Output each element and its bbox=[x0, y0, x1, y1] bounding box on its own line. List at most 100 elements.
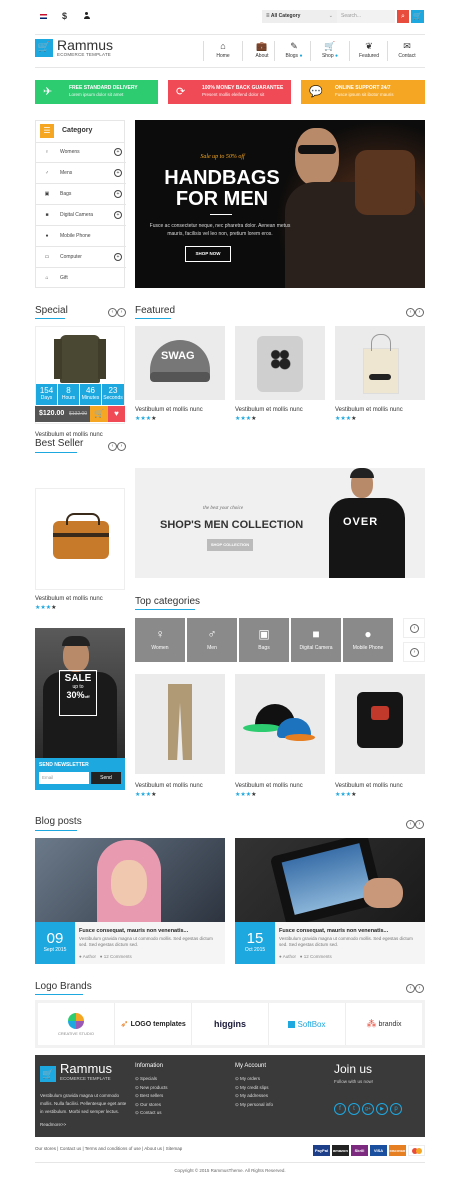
next-arrow-icon[interactable]: › bbox=[117, 442, 126, 451]
shop-collection-button[interactable]: SHOP COLLECTION bbox=[207, 539, 253, 551]
bottom-link[interactable]: About us bbox=[144, 1146, 162, 1151]
featured-product-name[interactable]: Vestibulum et mollis nunc bbox=[335, 407, 403, 413]
cart-button[interactable]: 🛒 bbox=[411, 10, 424, 23]
divider bbox=[210, 214, 232, 215]
top-category-product-image[interactable] bbox=[235, 674, 325, 774]
blog-post-image bbox=[235, 838, 425, 922]
featured-product-name[interactable]: Vestibulum et mollis nunc bbox=[135, 407, 203, 413]
search-input[interactable]: Search... bbox=[337, 10, 395, 23]
bottom-link[interactable]: Our stores bbox=[35, 1146, 56, 1151]
category-item-computer[interactable]: ▭ Computer + bbox=[36, 247, 126, 268]
hero-description: Fusce ac consectetur neque, nec pharetra… bbox=[149, 223, 291, 237]
top-category-mobile-phone[interactable]: ● Mobile Phone bbox=[343, 618, 393, 662]
top-category-product-image[interactable] bbox=[135, 674, 225, 774]
category-item-digital-camera[interactable]: ■ Digital Camera + bbox=[36, 205, 126, 226]
banner-money-back[interactable]: ⟳ 100% MONEY BACK GUARANTEE Present moll… bbox=[168, 80, 291, 104]
add-to-cart-button[interactable]: 🛒 bbox=[90, 406, 108, 422]
footer-link[interactable]: ⊙ My personal info bbox=[235, 1101, 273, 1110]
flag-icon[interactable] bbox=[40, 14, 47, 19]
banner-delivery[interactable]: ✈ FREE STANDARD DELIVERY Lorem ipsum dol… bbox=[35, 80, 158, 104]
top-category-bags[interactable]: ▣ Bags bbox=[239, 618, 289, 662]
prev-arrow-icon[interactable]: ‹ bbox=[406, 984, 415, 993]
bottom-link[interactable]: Contact us bbox=[60, 1146, 82, 1151]
logo[interactable]: 🛒 Rammus ECOMERCE TEMPLATE bbox=[35, 37, 135, 63]
brand-creative-studio[interactable]: CREATIVE STUDIO bbox=[38, 1003, 115, 1045]
top-category-women[interactable]: ♀ Women bbox=[135, 618, 185, 662]
brand-higgins[interactable]: higgins bbox=[192, 1003, 269, 1045]
blog-post-title[interactable]: Fusce consequat, mauris non venenatis... bbox=[79, 928, 188, 934]
category-item-bags[interactable]: ▣ Bags + bbox=[36, 184, 126, 205]
featured-product-image[interactable]: SWAG bbox=[135, 326, 225, 400]
category-item-mens[interactable]: ♂ Mens + bbox=[36, 163, 126, 184]
newsletter-send-button[interactable]: Send bbox=[91, 772, 121, 784]
google-plus-icon[interactable]: g+ bbox=[362, 1103, 374, 1115]
nav-home[interactable]: ⌂ Home bbox=[203, 41, 242, 61]
next-arrow-icon[interactable]: › bbox=[415, 820, 424, 829]
nav-shop[interactable]: 🛒 Shop ● bbox=[310, 41, 349, 61]
prev-arrow-button[interactable]: ‹ bbox=[403, 618, 425, 638]
blog-post-title[interactable]: Fusce consequat, mauris non venenatis... bbox=[279, 928, 388, 934]
bottom-link[interactable]: Sitemap bbox=[166, 1146, 183, 1151]
newsletter-email-input[interactable]: Email bbox=[39, 772, 89, 784]
top-category-product-image[interactable] bbox=[335, 674, 425, 774]
banner-support[interactable]: 💬 ONLINE SUPPORT 24/7 Fusce ipsum sit ib… bbox=[301, 80, 425, 104]
leaf-icon: ❦ bbox=[365, 41, 373, 51]
featured-product-image[interactable] bbox=[235, 326, 325, 400]
prev-arrow-icon[interactable]: ‹ bbox=[406, 308, 415, 317]
blog-post[interactable]: 09 Sept 2015 Fusce consequat, mauris non… bbox=[35, 838, 225, 964]
prev-arrow-icon[interactable]: ‹ bbox=[108, 308, 117, 317]
featured-product-name[interactable]: Vestibulum et mollis nunc bbox=[235, 407, 303, 413]
wishlist-button[interactable]: ♥ bbox=[108, 406, 125, 422]
rating-stars: ★★★★ bbox=[335, 792, 357, 798]
category-item-womens[interactable]: ♀ Womens + bbox=[36, 142, 126, 163]
product-name[interactable]: Vestibulum et mollis nunc bbox=[235, 783, 303, 789]
nav-featured[interactable]: ❦ Featured bbox=[349, 41, 388, 61]
category-item-mobile-phone[interactable]: ● Mobile Phone bbox=[36, 226, 126, 247]
footer-logo[interactable]: 🛒 Rammus ECOMERCE TEMPLATE bbox=[40, 1061, 140, 1085]
collection-banner[interactable]: the best your choice SHOP'S MEN COLLECTI… bbox=[135, 468, 425, 578]
footer-link[interactable]: ⊙ My credit slips bbox=[235, 1084, 273, 1093]
bestseller-product-image[interactable] bbox=[35, 488, 125, 590]
nav-contact[interactable]: ✉ Contact bbox=[387, 41, 426, 61]
currency-selector[interactable]: $ bbox=[62, 11, 67, 21]
top-category-men[interactable]: ♂ Men bbox=[187, 618, 237, 662]
nav-blogs[interactable]: ✎ Blogs ● bbox=[274, 41, 313, 61]
footer-readmore[interactable]: Readmore>> bbox=[40, 1122, 66, 1127]
product-name[interactable]: Vestibulum et mollis nunc bbox=[335, 783, 403, 789]
footer-link[interactable]: ⊙ My orders bbox=[235, 1075, 273, 1084]
category-item-gift[interactable]: ⌂ Gift bbox=[36, 268, 126, 288]
sale-banner[interactable]: SALE up to 30%off bbox=[35, 628, 125, 758]
bestseller-product-name[interactable]: Vestibulum et mollis nunc bbox=[35, 596, 103, 602]
top-category-digital-camera[interactable]: ■ Digital Camera bbox=[291, 618, 341, 662]
twitter-icon[interactable]: t bbox=[348, 1103, 360, 1115]
brand-logo-templates[interactable]: ➶ LOGO templates bbox=[115, 1003, 192, 1045]
footer-link[interactable]: ⊙ My addresses bbox=[235, 1092, 273, 1101]
brand-brandix[interactable]: ⁂ brandix bbox=[346, 1003, 422, 1045]
footer-link[interactable]: ⊙ Our stores bbox=[135, 1101, 168, 1110]
hero-banner[interactable]: Sale up to 50% off HANDBAGS FOR MEN Fusc… bbox=[135, 120, 425, 288]
cap-brim bbox=[150, 372, 210, 382]
next-arrow-icon[interactable]: › bbox=[117, 308, 126, 317]
prev-arrow-icon[interactable]: ‹ bbox=[406, 820, 415, 829]
footer-link[interactable]: ⊙ Contact us bbox=[135, 1109, 168, 1118]
shop-now-button[interactable]: SHOP NOW bbox=[185, 246, 231, 262]
search-button[interactable]: ⌕ bbox=[397, 10, 409, 23]
blog-post[interactable]: 15 Oct 2015 Fusce consequat, mauris non … bbox=[235, 838, 425, 964]
account-icon[interactable] bbox=[83, 12, 90, 19]
next-arrow-icon[interactable]: › bbox=[415, 308, 424, 317]
footer-link[interactable]: ⊙ New products bbox=[135, 1084, 168, 1093]
product-name[interactable]: Vestibulum et mollis nunc bbox=[135, 783, 203, 789]
footer-link[interactable]: ⊙ Specials bbox=[135, 1075, 168, 1084]
bottom-link[interactable]: Terms and conditions of use bbox=[85, 1146, 141, 1151]
pinterest-icon[interactable]: p bbox=[390, 1103, 402, 1115]
prev-arrow-icon[interactable]: ‹ bbox=[108, 442, 117, 451]
category-select[interactable]: ≡ All Category ⌄ bbox=[262, 10, 337, 23]
next-arrow-icon[interactable]: › bbox=[415, 984, 424, 993]
footer-about: Vestibulum gravida magna ut commodo moll… bbox=[40, 1093, 127, 1114]
youtube-icon[interactable]: ▶ bbox=[376, 1103, 388, 1115]
featured-product-image[interactable] bbox=[335, 326, 425, 400]
next-arrow-button[interactable]: › bbox=[403, 642, 425, 662]
brand-softbox[interactable]: SoftBox bbox=[269, 1003, 346, 1045]
footer-link[interactable]: ⊙ Best sellers bbox=[135, 1092, 168, 1101]
facebook-icon[interactable]: f bbox=[334, 1103, 346, 1115]
